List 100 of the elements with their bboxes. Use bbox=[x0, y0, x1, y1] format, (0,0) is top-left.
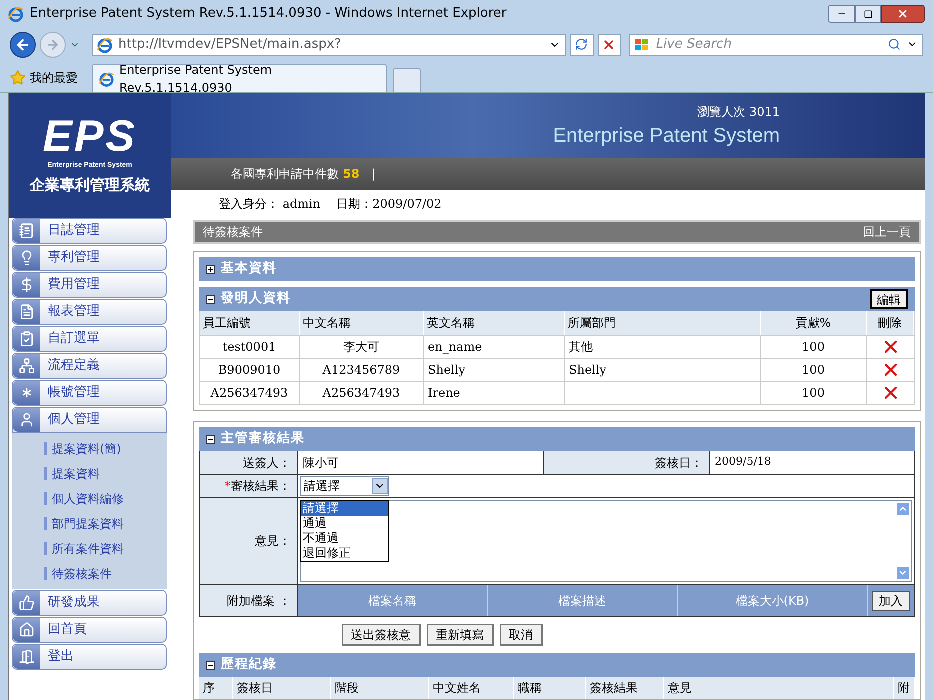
table-cell-text: 李大可 bbox=[344, 339, 380, 356]
submenu-bar-icon bbox=[44, 567, 47, 580]
back-button[interactable] bbox=[10, 32, 36, 58]
collapse-icon[interactable] bbox=[206, 434, 215, 444]
browser-icon bbox=[96, 36, 113, 52]
submenu-item[interactable]: 待簽核案件 bbox=[52, 564, 112, 582]
add-button[interactable]: 加入 bbox=[872, 590, 910, 610]
submenu-item[interactable]: 個人資料編修 bbox=[52, 490, 124, 508]
edit-button[interactable]: 編輯 bbox=[870, 289, 908, 309]
pending-count: 58 bbox=[343, 166, 360, 183]
column-header: 附 bbox=[894, 677, 915, 699]
menu-icon bbox=[18, 412, 34, 428]
submenu-bar-icon bbox=[44, 492, 47, 505]
column-header: 刪除 bbox=[867, 311, 914, 335]
sidebar-item[interactable]: 專利管理 bbox=[12, 245, 167, 271]
column-header: 英文名稱 bbox=[424, 311, 565, 335]
opinion-textarea[interactable] bbox=[300, 500, 912, 582]
submenu-item[interactable]: 提案資料 bbox=[52, 464, 100, 482]
sidebar-item[interactable]: 研發成果 bbox=[12, 590, 167, 616]
column-header: 檔案大小(KB) bbox=[678, 585, 868, 616]
column-header: 序 bbox=[199, 677, 233, 699]
menu-icon bbox=[18, 595, 34, 611]
action-button[interactable]: 重新填寫 bbox=[427, 624, 494, 646]
action-button[interactable]: 送出簽核意 bbox=[342, 624, 421, 646]
column-header: 中文姓名 bbox=[429, 677, 514, 699]
expand-icon[interactable] bbox=[206, 264, 215, 274]
back-link[interactable]: 回上一頁 bbox=[863, 223, 911, 241]
collapse-icon[interactable] bbox=[206, 660, 215, 670]
submenu-item[interactable]: 所有案件資料 bbox=[52, 540, 124, 558]
sender-value: 陳小可 bbox=[303, 454, 339, 472]
sidebar-item[interactable]: 流程定義 bbox=[12, 353, 167, 379]
back-icon bbox=[14, 36, 31, 52]
windows-logo-icon bbox=[634, 38, 650, 52]
field-label: 送簽人： bbox=[243, 454, 291, 472]
sidebar-item[interactable]: 登出 bbox=[12, 644, 167, 670]
table-cell-text: 100 bbox=[802, 385, 825, 402]
submenu-item[interactable]: 提案資料(簡) bbox=[52, 440, 122, 458]
sidebar-item[interactable]: 報表管理 bbox=[12, 299, 167, 325]
column-header: 中文名稱 bbox=[300, 311, 424, 335]
section-title: 歷程紀錄 bbox=[221, 656, 277, 674]
dropdown-option[interactable]: 請選擇 bbox=[301, 501, 388, 516]
favorites-button[interactable]: 我的最愛 bbox=[30, 69, 78, 87]
table-cell-text: A256347493 bbox=[322, 385, 400, 402]
favorites-star-icon bbox=[10, 70, 26, 86]
column-header: 階段 bbox=[331, 677, 429, 699]
separator: | bbox=[372, 166, 376, 183]
search-icon bbox=[888, 38, 901, 51]
search-placeholder: Live Search bbox=[656, 36, 733, 54]
column-header: 檔案描述 bbox=[488, 585, 678, 616]
stop-button[interactable] bbox=[598, 34, 622, 56]
dropdown-option[interactable]: 不通過 bbox=[301, 531, 388, 546]
menu-icon bbox=[18, 649, 34, 665]
window-title: Enterprise Patent System Rev.5.1.1514.0930 - Windows Internet Explorer bbox=[30, 5, 507, 24]
column-header: 簽核結果 bbox=[586, 677, 664, 699]
sidebar-item[interactable]: 費用管理 bbox=[12, 272, 167, 298]
table-cell-text: en_name bbox=[428, 339, 482, 356]
section-title: 發明人資料 bbox=[221, 290, 291, 308]
action-button[interactable]: 取消 bbox=[500, 624, 543, 646]
submenu-bar-icon bbox=[44, 442, 47, 455]
sidebar-item[interactable]: 帳號管理 bbox=[12, 380, 167, 406]
field-label: 簽核日： bbox=[655, 454, 703, 472]
close-button[interactable] bbox=[881, 5, 925, 23]
field-label: *審核結果： bbox=[225, 478, 291, 495]
browser-icon bbox=[99, 70, 114, 86]
menu-icon bbox=[18, 223, 34, 239]
page-title: 待簽核案件 bbox=[203, 224, 264, 241]
close-icon bbox=[897, 8, 909, 20]
search-field[interactable]: Live Search bbox=[629, 34, 923, 56]
column-header: 貢獻% bbox=[761, 311, 867, 335]
refresh-icon bbox=[575, 38, 588, 51]
refresh-button[interactable] bbox=[570, 34, 594, 56]
table-cell-text: Shelly bbox=[569, 362, 607, 379]
dropdown-option[interactable]: 通過 bbox=[301, 516, 388, 531]
dropdown-option[interactable]: 退回修正 bbox=[301, 546, 388, 561]
collapse-icon[interactable] bbox=[206, 294, 215, 304]
sidebar-item[interactable]: 個人管理 bbox=[12, 407, 167, 433]
forward-icon bbox=[46, 38, 60, 52]
menu-icon bbox=[18, 331, 34, 347]
login-info: 登入身分： admin bbox=[219, 196, 321, 213]
submenu-item[interactable]: 部門提案資料 bbox=[52, 514, 124, 532]
address-bar[interactable]: http://ltvmdev/EPSNet/main.aspx? bbox=[92, 34, 566, 56]
browser-tab[interactable]: Enterprise Patent System Rev.5.1.1514.0930 bbox=[92, 64, 387, 92]
logo-name: 企業專利管理系統 bbox=[30, 174, 150, 196]
maximize-icon bbox=[864, 10, 872, 18]
maximize-button[interactable] bbox=[855, 5, 881, 23]
sidebar-item[interactable]: 自訂選單 bbox=[12, 326, 167, 352]
submenu-bar-icon bbox=[44, 542, 47, 555]
column-header: 意見 bbox=[664, 677, 894, 699]
menu-icon bbox=[18, 358, 34, 374]
section-title: 主管審核結果 bbox=[221, 430, 305, 448]
sidebar-item[interactable]: 日誌管理 bbox=[12, 218, 167, 244]
submenu-bar-icon bbox=[44, 467, 47, 480]
sidebar-item[interactable]: 回首頁 bbox=[12, 617, 167, 643]
column-header: 所屬部門 bbox=[565, 311, 761, 335]
column-header: 員工編號 bbox=[200, 311, 300, 335]
table-cell-text: Irene bbox=[428, 385, 460, 402]
table-cell-text: Shelly bbox=[428, 362, 466, 379]
result-select[interactable]: 請選擇 bbox=[300, 476, 389, 496]
browser-icon bbox=[8, 6, 24, 22]
column-header: 職稱 bbox=[514, 677, 586, 699]
